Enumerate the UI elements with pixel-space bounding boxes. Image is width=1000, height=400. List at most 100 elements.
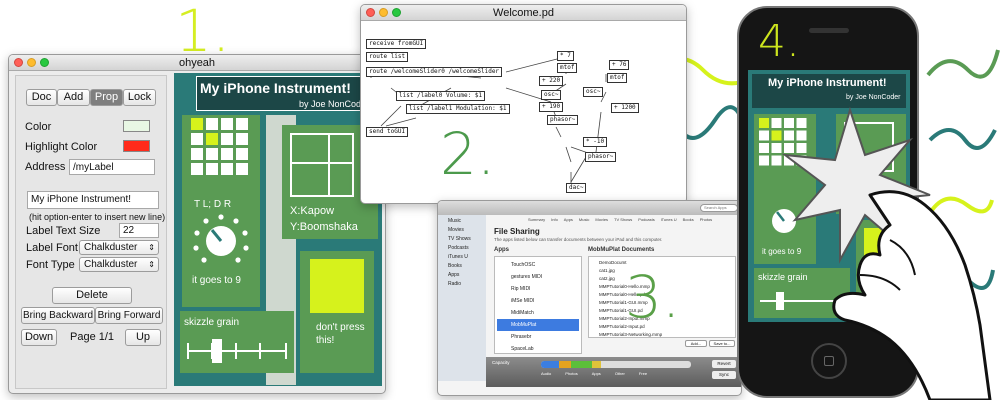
delete-button[interactable]: Delete xyxy=(52,287,132,304)
page-up-button[interactable]: Up xyxy=(125,329,161,346)
search-field[interactable]: Search Apps xyxy=(700,204,738,212)
library-item[interactable]: Music xyxy=(440,217,484,226)
library-item[interactable]: iTunes U xyxy=(440,253,484,262)
app-item[interactable]: SpaceLab xyxy=(497,343,579,355)
pd-box-send[interactable]: send toGUI xyxy=(366,127,409,137)
library-item[interactable]: Books xyxy=(440,262,484,271)
pd-box-plus220[interactable]: + 220 xyxy=(539,76,564,86)
toggle-cell[interactable] xyxy=(221,133,233,145)
toggle-cell[interactable] xyxy=(206,163,218,175)
library-item[interactable]: TV Shows xyxy=(440,235,484,244)
pd-box-mtof-b[interactable]: mtof xyxy=(607,73,628,83)
pd-box-plus1200[interactable]: + 1200 xyxy=(611,103,639,113)
close-button[interactable] xyxy=(366,8,375,17)
app-item[interactable]: Phrasebr xyxy=(497,331,579,343)
minimize-button[interactable] xyxy=(27,58,36,67)
document-item[interactable]: MMPTutorial3-Networking.mmp xyxy=(591,331,733,339)
app-item[interactable]: iMSe MIDI xyxy=(497,295,579,307)
add-document-button[interactable]: Add... xyxy=(685,340,707,347)
toggle-cell[interactable] xyxy=(221,163,233,175)
toggle-cell[interactable] xyxy=(759,130,769,141)
toggle-cell[interactable] xyxy=(759,155,769,166)
bring-backward-button[interactable]: Bring Backward xyxy=(21,307,95,324)
toggle-cell[interactable] xyxy=(236,163,248,175)
toggle-cell[interactable] xyxy=(759,143,769,153)
label-font-select[interactable]: Chalkduster ⇕ xyxy=(79,240,159,255)
toggle-cell[interactable] xyxy=(191,148,203,160)
highlight-color-swatch[interactable] xyxy=(123,140,150,152)
pd-box-osc-a[interactable]: osc~ xyxy=(541,90,562,100)
library-item[interactable]: Radio xyxy=(440,280,484,289)
device-tab[interactable]: Photos xyxy=(700,217,712,222)
toggle-cell[interactable] xyxy=(236,148,248,160)
toggle-cell[interactable] xyxy=(191,163,203,175)
toggle-cell[interactable] xyxy=(236,118,248,130)
library-item[interactable]: Movies xyxy=(440,226,484,235)
device-tab[interactable]: TV Shows xyxy=(614,217,632,222)
toggle-cell[interactable] xyxy=(221,148,233,160)
toggle-cell[interactable] xyxy=(236,133,248,145)
label-text-size-field[interactable]: 22 xyxy=(119,223,159,238)
tab-lock[interactable]: Lock xyxy=(123,89,156,106)
toggle-cell[interactable] xyxy=(206,118,218,130)
pd-box-dac[interactable]: dac~ xyxy=(566,183,587,193)
address-field[interactable]: /myLabel xyxy=(69,159,155,175)
zoom-button[interactable] xyxy=(40,58,49,67)
pd-box-plus190[interactable]: + 190 xyxy=(539,102,564,112)
toggle-cell[interactable] xyxy=(759,118,769,128)
toggle-cell[interactable] xyxy=(206,148,218,160)
app-item[interactable]: MidiMatch xyxy=(497,307,579,319)
app-item[interactable]: Rip MIDI xyxy=(497,283,579,295)
toggle-cell[interactable] xyxy=(191,133,203,145)
device-tab[interactable]: Podcasts xyxy=(638,217,654,222)
library-item[interactable]: Podcasts xyxy=(440,244,484,253)
device-tab[interactable]: Apps xyxy=(564,217,573,222)
pd-box-list-label1[interactable]: list /label1 Modulation: $1 xyxy=(406,104,510,114)
color-swatch[interactable] xyxy=(123,120,150,132)
toggle-grid[interactable] xyxy=(191,118,251,178)
toggle-cell[interactable] xyxy=(191,118,203,130)
xy-pad[interactable] xyxy=(290,133,354,197)
pd-box-phasor-a[interactable]: phasor~ xyxy=(547,115,579,125)
pd-box-list-label0[interactable]: list /label0 Volume: $1 xyxy=(396,91,486,101)
device-tab[interactable]: Books xyxy=(683,217,694,222)
device-tab[interactable]: Music xyxy=(579,217,589,222)
device-tab[interactable]: iTunes U xyxy=(661,217,677,222)
font-type-select[interactable]: Chalkduster ⇕ xyxy=(79,257,159,272)
knob-control[interactable] xyxy=(192,211,250,269)
device-tab[interactable]: Summary xyxy=(528,217,545,222)
tab-prop[interactable]: Prop xyxy=(90,89,123,106)
pd-box-mult-neg10[interactable]: * -10 xyxy=(583,137,608,147)
pd-box-osc-b[interactable]: osc~ xyxy=(583,87,604,97)
page-down-button[interactable]: Down xyxy=(21,329,57,346)
library-item[interactable]: Apps xyxy=(440,271,484,280)
app-item[interactable]: TouchOSC xyxy=(497,259,579,271)
pd-box-receive[interactable]: receive fromGUI xyxy=(366,39,427,49)
pd-box-phasor-b[interactable]: phasor~ xyxy=(585,152,617,162)
bring-forward-button[interactable]: Bring Forward xyxy=(95,307,163,324)
toggle-cell[interactable] xyxy=(221,118,233,130)
minimize-button[interactable] xyxy=(379,8,388,17)
close-button[interactable] xyxy=(14,58,23,67)
pd-box-route-sliders[interactable]: route /welcomeSlider0 /welcomeSlider xyxy=(366,67,503,77)
app-item[interactable]: gestures MIDI xyxy=(497,271,579,283)
sync-button[interactable]: Sync xyxy=(712,371,736,379)
pd-box-route-list[interactable]: route list xyxy=(366,52,409,62)
pd-box-plus76[interactable]: + 76 xyxy=(609,60,630,70)
pd-box-mtof-a[interactable]: mtof xyxy=(557,63,578,73)
title-label-box[interactable]: My iPhone Instrument! by Joe NonCoder xyxy=(196,76,382,111)
app-item[interactable]: MobMuPlat xyxy=(497,319,579,331)
device-tab[interactable]: Info xyxy=(551,217,558,222)
tab-add[interactable]: Add xyxy=(57,89,90,106)
zoom-button[interactable] xyxy=(392,8,401,17)
tab-doc[interactable]: Doc xyxy=(26,89,57,106)
file-sharing-subtitle: The apps listed below can transfer docum… xyxy=(494,237,663,242)
horizontal-slider[interactable] xyxy=(186,333,290,369)
save-to-button[interactable]: Save to... xyxy=(709,340,735,347)
pd-box-mult7[interactable]: * 7 xyxy=(557,51,574,61)
revert-button[interactable]: Revert xyxy=(712,360,736,368)
label-text-field[interactable]: My iPhone Instrument! xyxy=(27,191,159,209)
device-tab[interactable]: Movies xyxy=(595,217,608,222)
toggle-cell[interactable] xyxy=(206,133,218,145)
dont-press-button[interactable] xyxy=(310,259,364,313)
